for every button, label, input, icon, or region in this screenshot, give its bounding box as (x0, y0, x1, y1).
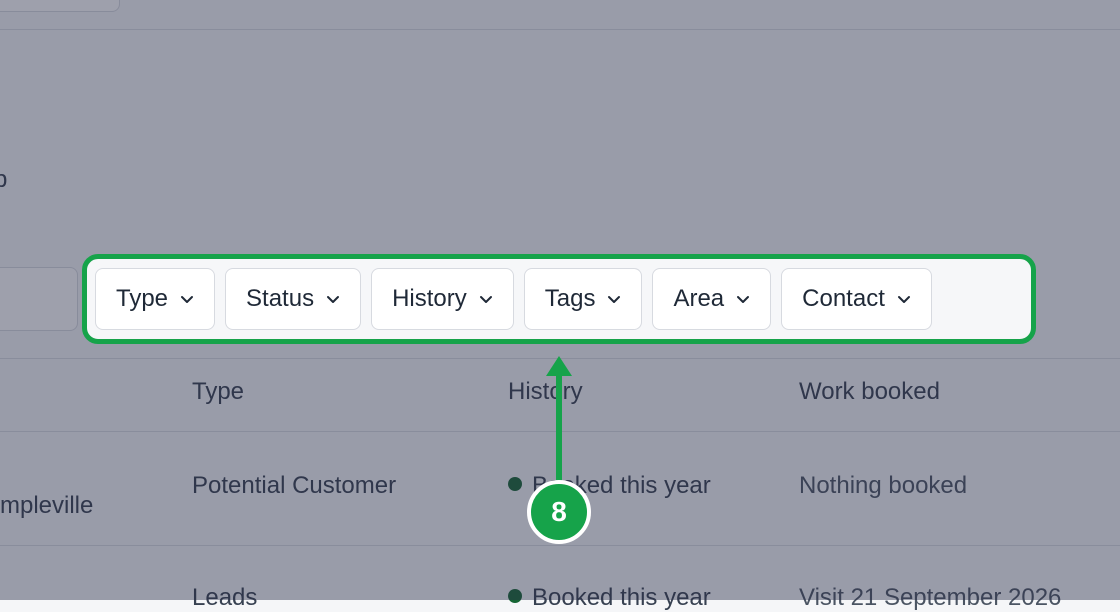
step-badge: 8 (527, 480, 591, 544)
